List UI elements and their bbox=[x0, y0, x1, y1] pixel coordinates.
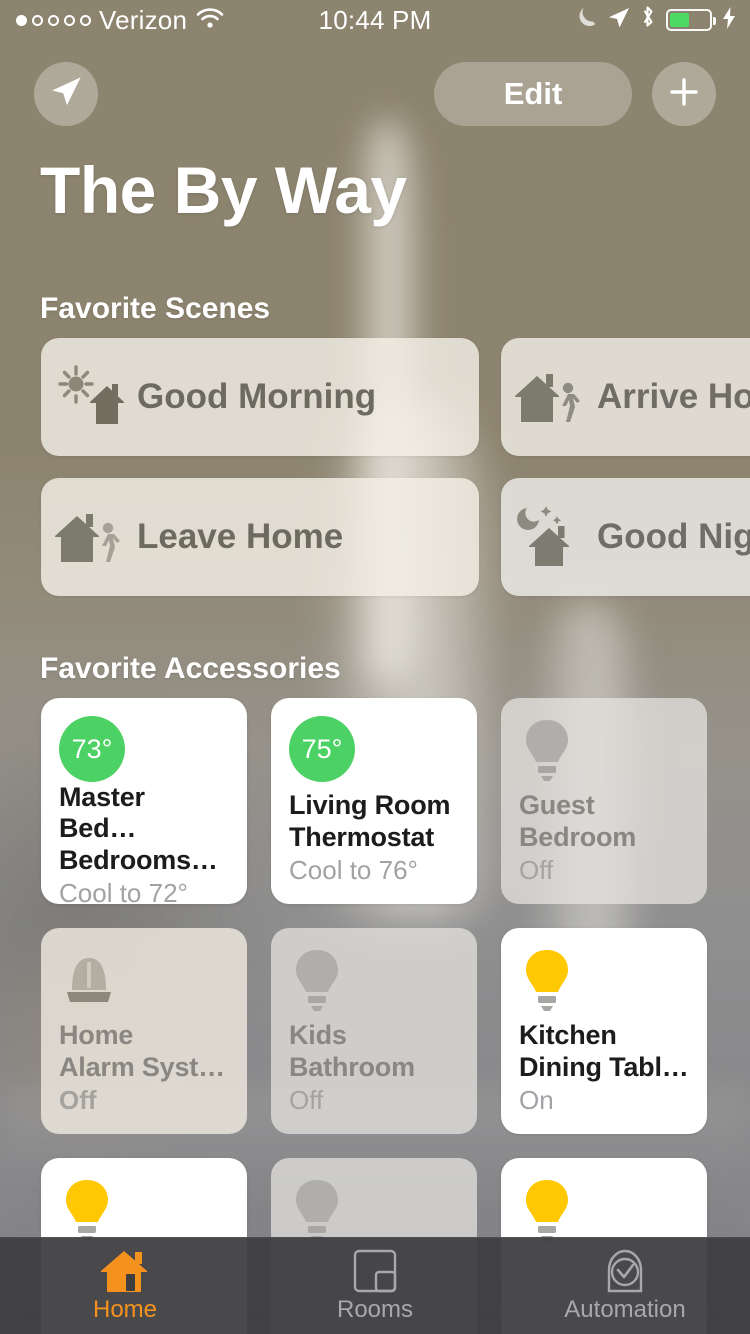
tab-automation[interactable]: Automation bbox=[500, 1238, 750, 1334]
accessory-name: Living Room Thermostat bbox=[289, 790, 451, 852]
scene-label: Good Night bbox=[597, 517, 750, 556]
scene-card[interactable]: Leave Home bbox=[41, 478, 479, 596]
favorite-scenes-heading: Favorite Scenes bbox=[40, 292, 271, 325]
add-button[interactable] bbox=[652, 62, 716, 126]
navigation-bar: Edit bbox=[0, 56, 750, 136]
edit-button-label: Edit bbox=[503, 76, 563, 111]
accessory-card-light[interactable]: Kids Bathroom Off bbox=[271, 928, 477, 1134]
location-button[interactable] bbox=[34, 62, 98, 126]
tab-home[interactable]: Home bbox=[0, 1238, 250, 1334]
accessory-name: Kids Bathroom bbox=[289, 1020, 415, 1082]
thermostat-temperature-badge: 75° bbox=[289, 716, 459, 790]
scene-card[interactable]: Good Night bbox=[501, 478, 750, 596]
thermostat-temperature-badge: 73° bbox=[59, 716, 229, 782]
accessory-name: Home Alarm Syst… bbox=[59, 1020, 225, 1082]
status-bar: Verizon 10:44 PM bbox=[0, 0, 750, 40]
temperature-badge-value: 73° bbox=[59, 716, 125, 782]
accessory-card-alarm[interactable]: Home Alarm Syst… Off bbox=[41, 928, 247, 1134]
house-walking-person-icon bbox=[41, 502, 137, 572]
accessory-text: Home Alarm Syst… Off bbox=[59, 1020, 229, 1116]
alarm-siren-icon bbox=[59, 946, 229, 1020]
accessory-card-light[interactable]: Guest Bedroom Off bbox=[501, 698, 707, 904]
tab-automation-label: Automation bbox=[564, 1296, 686, 1323]
accessory-text: Kitchen Dining Tabl… On bbox=[519, 1020, 689, 1116]
accessory-status: Cool to 76° bbox=[289, 855, 418, 885]
tab-bar: Home Rooms Automation bbox=[0, 1237, 750, 1334]
accessory-text: Master Bed… Bedrooms… Cool to 72° bbox=[59, 782, 229, 904]
house-icon bbox=[99, 1248, 151, 1294]
rooms-panels-icon bbox=[352, 1248, 398, 1294]
tab-rooms-label: Rooms bbox=[336, 1296, 414, 1323]
tab-home-label: Home bbox=[92, 1296, 158, 1323]
clock-time: 10:44 PM bbox=[318, 4, 432, 35]
lightbulb-icon bbox=[519, 716, 689, 790]
scene-card[interactable]: Arrive Home bbox=[501, 338, 750, 456]
home-app-screen: Verizon 10:44 PM Edit The By Way Favorit… bbox=[0, 0, 750, 1334]
scene-label: Arrive Home bbox=[597, 377, 750, 416]
page-title: The By Way bbox=[40, 153, 407, 227]
scene-card[interactable]: Good Morning bbox=[41, 338, 479, 456]
accessory-status: Off bbox=[289, 1085, 324, 1115]
accessory-status: Cool to 72° bbox=[59, 877, 188, 904]
automation-checkmark-icon bbox=[603, 1248, 647, 1294]
temperature-badge-value: 75° bbox=[289, 716, 355, 782]
sun-house-icon bbox=[41, 362, 137, 432]
favorite-scenes-list[interactable]: Good Morning Arrive Home bbox=[0, 338, 750, 598]
accessory-text: Guest Bedroom Off bbox=[519, 790, 689, 886]
lightbulb-icon bbox=[519, 946, 689, 1020]
favorite-accessories-heading: Favorite Accessories bbox=[40, 652, 341, 685]
accessory-text: Kids Bathroom Off bbox=[289, 1020, 459, 1116]
accessory-text: Living Room Thermostat Cool to 76° bbox=[289, 790, 459, 886]
lightbulb-icon bbox=[289, 946, 459, 1020]
accessory-name: Master Bed… Bedrooms… bbox=[59, 782, 218, 875]
location-arrow-icon bbox=[49, 75, 83, 114]
accessory-card-light[interactable]: Kitchen Dining Tabl… On bbox=[501, 928, 707, 1134]
plus-icon bbox=[666, 74, 702, 115]
tab-rooms[interactable]: Rooms bbox=[250, 1238, 500, 1334]
house-walking-person-icon bbox=[501, 362, 597, 432]
moon-stars-house-icon bbox=[501, 502, 597, 572]
favorite-accessories-grid[interactable]: 73° Master Bed… Bedrooms… Cool to 72° 75… bbox=[0, 698, 750, 1334]
accessory-card-thermostat[interactable]: 73° Master Bed… Bedrooms… Cool to 72° bbox=[41, 698, 247, 904]
accessory-card-thermostat[interactable]: 75° Living Room Thermostat Cool to 76° bbox=[271, 698, 477, 904]
accessory-status: On bbox=[519, 1085, 554, 1115]
battery-icon bbox=[666, 9, 716, 31]
edit-button[interactable]: Edit bbox=[434, 62, 632, 126]
accessory-name: Guest Bedroom bbox=[519, 790, 637, 852]
scene-label: Good Morning bbox=[137, 377, 377, 416]
accessory-status: Off bbox=[59, 1085, 97, 1115]
accessory-name: Kitchen Dining Tabl… bbox=[519, 1020, 689, 1082]
scene-label: Leave Home bbox=[137, 517, 344, 556]
accessory-status: Off bbox=[519, 855, 554, 885]
